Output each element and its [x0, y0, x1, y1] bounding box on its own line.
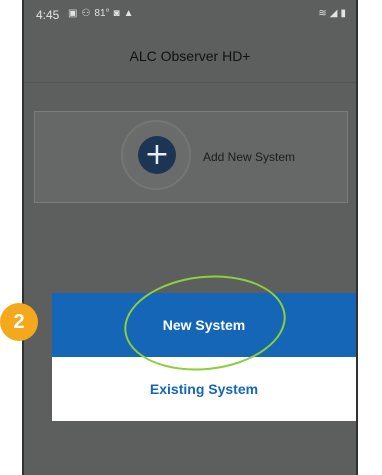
- status-icons-left: ▣ ⚇ 81° ◙ ▲: [68, 8, 134, 19]
- battery-icon: ▮: [340, 8, 346, 19]
- new-system-button[interactable]: New System: [52, 293, 356, 357]
- plus-icon[interactable]: +: [138, 136, 176, 174]
- status-time: 4:45: [36, 8, 60, 22]
- step-badge: 2: [0, 303, 38, 341]
- system-type-dialog: New System Existing System: [52, 293, 356, 421]
- network-icon: ⚇: [81, 8, 91, 19]
- status-bar: 4:45 ▣ ⚇ 81° ◙ ▲ ≋ ◢ ▮: [24, 0, 356, 30]
- status-icons-right: ≋ ◢ ▮: [318, 8, 346, 19]
- app-bar: ALC Observer HD+: [24, 30, 356, 83]
- app-title: ALC Observer HD+: [129, 48, 251, 64]
- add-system-card[interactable]: + Add New System: [34, 111, 348, 203]
- wifi-icon: ≋: [318, 8, 327, 19]
- cloud-icon: ▲: [123, 8, 134, 19]
- add-system-label: Add New System: [203, 150, 296, 164]
- temperature-icon: 81°: [94, 8, 110, 19]
- gallery-icon: ▣: [68, 8, 78, 19]
- signal-icon: ◢: [329, 8, 338, 19]
- notification-icon: ◙: [113, 8, 120, 19]
- existing-system-button[interactable]: Existing System: [52, 357, 356, 421]
